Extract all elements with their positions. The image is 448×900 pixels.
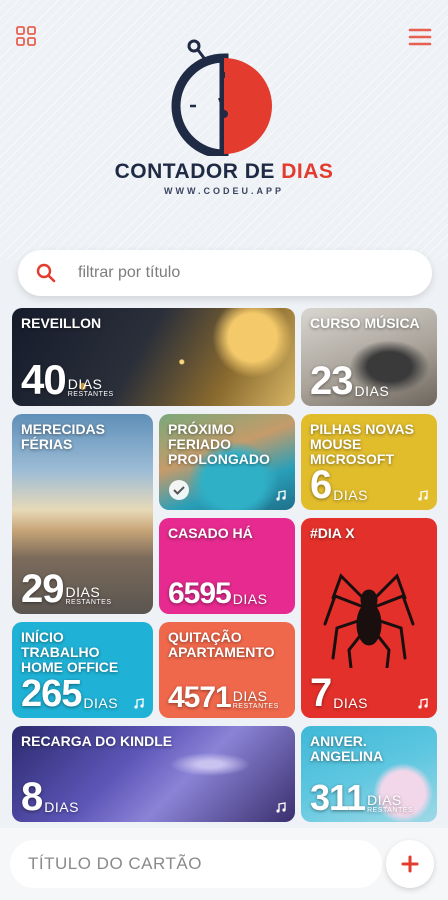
music-note-icon <box>276 802 286 813</box>
stopwatch-logo-icon <box>171 39 272 156</box>
card-count: 311 DIAS RESTANTES <box>310 777 414 819</box>
search-bar[interactable] <box>18 250 432 296</box>
card-unit: DIAS <box>67 376 103 392</box>
card-count: 23 DIAS <box>310 359 390 403</box>
card-unit: DIAS <box>44 799 79 815</box>
card-pilhas-novas[interactable]: PILHAS NOVAS MOUSE MICROSOFT 6 DIAS <box>301 414 437 510</box>
card-title: CASADO HÁ <box>168 525 253 541</box>
check-icon <box>169 480 189 500</box>
card-title: QUITAÇÃO APARTAMENTO <box>168 629 275 660</box>
card-unit: DIAS <box>354 383 390 399</box>
card-merecidas-ferias[interactable]: MERECIDAS FÉRIAS 29 DIAS RESTANTES <box>12 414 153 614</box>
search-icon <box>36 263 56 283</box>
card-inicio-trabalho[interactable]: INÍCIO TRABALHO HOME OFFICE 265 DIAS <box>12 622 153 718</box>
card-number: 23 <box>310 359 353 403</box>
music-note-icon <box>134 698 144 709</box>
card-number: 6 <box>310 463 332 507</box>
card-number: 311 <box>310 777 366 819</box>
card-count: 6595 DIAS <box>168 576 268 610</box>
card-reveillon[interactable]: REVEILLON 40 DIAS RESTANTES <box>12 308 295 406</box>
card-title: ANIVER. ANGELINA <box>310 733 384 764</box>
card-dia-x[interactable]: #DIA X 7 DIAS <box>301 518 437 718</box>
card-number: 4571 <box>168 680 232 714</box>
card-count: 4571 DIAS RESTANTES <box>168 680 279 714</box>
music-note-icon <box>276 490 286 501</box>
card-number: 8 <box>21 775 43 819</box>
site-url: WWW.CODEU.APP <box>164 186 284 196</box>
card-count: 7 DIAS <box>310 671 368 715</box>
card-title-input[interactable] <box>10 840 382 888</box>
card-count: 265 DIAS <box>21 672 119 715</box>
card-proximo-feriado[interactable]: PRÓXIMO FERIADO PROLONGADO <box>159 414 295 510</box>
card-number: 29 <box>21 567 64 611</box>
card-casado-ha[interactable]: CASADO HÁ 6595 DIAS <box>159 518 295 614</box>
card-count: 40 DIAS RESTANTES <box>21 356 114 404</box>
music-note-icon <box>418 490 428 501</box>
card-count: 29 DIAS RESTANTES <box>21 567 112 611</box>
card-title: INÍCIO TRABALHO HOME OFFICE <box>21 629 119 675</box>
card-unit: DIAS <box>65 584 101 600</box>
card-unit: DIAS <box>232 591 268 607</box>
card-curso-musica[interactable]: CURSO MÚSICA 23 DIAS <box>301 308 437 406</box>
grid-icon[interactable] <box>14 24 38 48</box>
card-sub: RESTANTES <box>232 703 279 710</box>
card-unit: DIAS <box>232 688 268 704</box>
brand-title: CONTADOR DE DIAS <box>0 160 448 184</box>
card-unit: DIAS <box>367 792 402 808</box>
card-title: #DIA X <box>310 525 355 541</box>
card-recarga-kindle[interactable]: RECARGA DO KINDLE 8 DIAS <box>12 726 295 822</box>
card-title: MERECIDAS FÉRIAS <box>21 421 106 452</box>
card-number: 265 <box>21 672 82 715</box>
card-aniver-angelina[interactable]: ANIVER. ANGELINA 311 DIAS RESTANTES <box>301 726 437 822</box>
card-sub: RESTANTES <box>65 599 112 606</box>
card-number: 6595 <box>168 576 232 610</box>
add-card-button[interactable] <box>386 840 434 888</box>
card-title: PILHAS NOVAS MOUSE MICROSOFT <box>310 421 414 467</box>
search-input[interactable] <box>78 264 378 282</box>
music-note-icon <box>418 698 428 709</box>
card-number: 40 <box>21 356 67 404</box>
plus-icon <box>401 855 419 873</box>
brand-title-main: CONTADOR DE <box>114 160 282 183</box>
card-count: 6 DIAS <box>310 463 368 507</box>
card-title: REVEILLON <box>21 315 102 331</box>
card-sub: RESTANTES <box>367 807 414 814</box>
card-title: PRÓXIMO FERIADO PROLONGADO <box>168 421 270 467</box>
card-title: RECARGA DO KINDLE <box>21 733 173 749</box>
card-count: 8 DIAS <box>21 775 79 819</box>
card-quitacao-apartamento[interactable]: QUITAÇÃO APARTAMENTO 4571 DIAS RESTANTES <box>159 622 295 718</box>
card-unit: DIAS <box>333 695 368 711</box>
card-number: 7 <box>310 671 332 715</box>
card-unit: DIAS <box>333 487 368 503</box>
brand-title-accent: DIAS <box>281 160 334 183</box>
card-unit: DIAS <box>83 695 119 711</box>
card-title: CURSO MÚSICA <box>310 315 420 331</box>
spider-icon <box>323 573 415 668</box>
card-sub: RESTANTES <box>67 391 114 398</box>
menu-icon[interactable] <box>408 26 432 48</box>
